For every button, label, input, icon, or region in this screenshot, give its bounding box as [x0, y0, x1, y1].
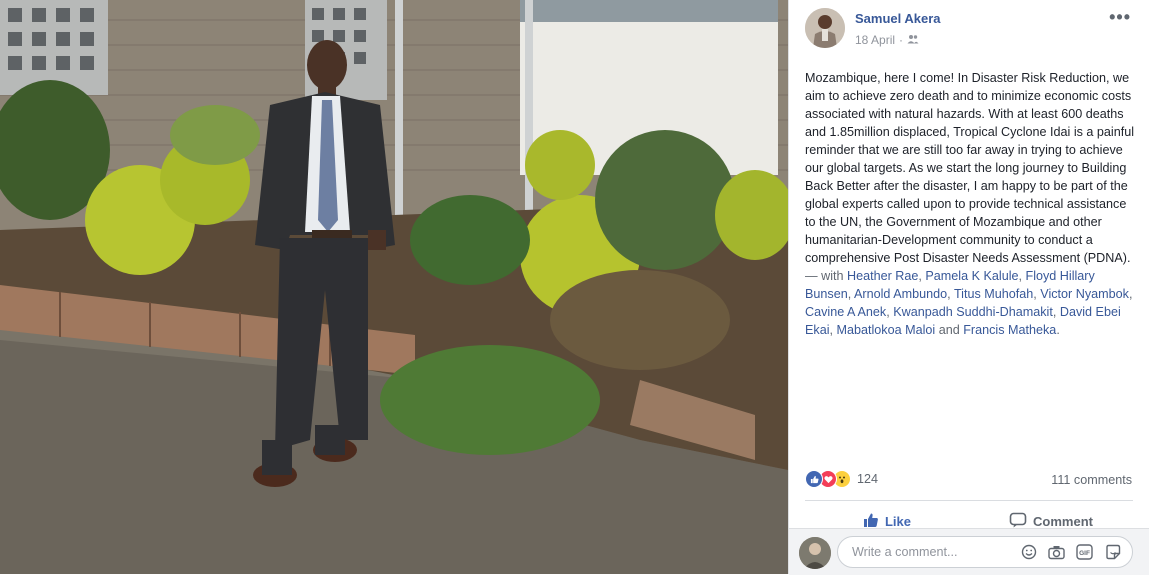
camera-icon[interactable] [1047, 543, 1066, 562]
like-label: Like [884, 513, 911, 529]
tagged-person-link[interactable]: Heather Rae [847, 269, 918, 283]
actions-divider [805, 500, 1133, 501]
post-photo-illustration [0, 0, 788, 574]
post-date[interactable]: 18 April [855, 33, 895, 47]
post-meta: 18 April · [855, 33, 919, 47]
friends-icon[interactable] [907, 33, 919, 47]
reaction-count: 124 [857, 472, 879, 486]
author-avatar-image [805, 8, 845, 48]
tagged-person-link[interactable]: Titus Muhofah [954, 287, 1033, 301]
post-text: Mozambique, here I come! In Disaster Ris… [805, 69, 1135, 339]
gif-icon[interactable]: GIF [1075, 543, 1094, 562]
tag-separator: , [947, 287, 954, 301]
comment-tools: GIF [1019, 543, 1122, 562]
like-reaction-icon [805, 470, 823, 488]
tagged-person-link[interactable]: Victor Nyambok [1040, 287, 1129, 301]
reactions-summary[interactable]: 124 [805, 470, 878, 488]
tag-separator: — with [805, 269, 847, 283]
comment-input-wrapper: GIF [837, 536, 1133, 568]
tag-separator: , [1128, 287, 1133, 301]
post-body-text: Mozambique, here I come! In Disaster Ris… [805, 71, 1135, 265]
tag-separator: , [1052, 305, 1060, 319]
author-avatar[interactable] [805, 8, 845, 48]
comment-label: Comment [1033, 513, 1093, 529]
post-photo[interactable] [0, 0, 788, 574]
tagged-person-link[interactable]: Pamela K Kalule [925, 269, 1018, 283]
tag-separator: . [1056, 323, 1060, 337]
tagged-person-link[interactable]: Cavine A Anek [805, 305, 886, 319]
post-panel: Samuel Akera 18 April · ••• Mozambique, … [788, 0, 1149, 575]
comment-composer: GIF [789, 528, 1149, 575]
comments-count-link[interactable]: 111 comments [1051, 473, 1132, 487]
post-header: Samuel Akera 18 April · ••• [805, 8, 1137, 52]
meta-separator: · [899, 33, 904, 47]
tagged-person-link[interactable]: Francis Matheka [963, 323, 1056, 337]
svg-text:GIF: GIF [1079, 550, 1090, 557]
tag-separator: , [829, 323, 837, 337]
tagged-person-link[interactable]: Mabatlokoa Maloi [837, 323, 936, 337]
viewer-avatar-image [799, 537, 831, 569]
author-name[interactable]: Samuel Akera [855, 11, 941, 26]
tagged-person-link[interactable]: Arnold Ambundo [854, 287, 947, 301]
emoji-icon[interactable] [1019, 543, 1038, 562]
comment-input[interactable] [850, 544, 1019, 560]
tagged-person-link[interactable]: Kwanpadh Suddhi-Dhamakit [893, 305, 1053, 319]
more-options-button[interactable]: ••• [1109, 8, 1131, 26]
tag-separator: and [935, 323, 964, 337]
tag-separator: , [1018, 269, 1026, 283]
sticker-icon[interactable] [1103, 543, 1122, 562]
viewer-avatar[interactable] [799, 537, 831, 569]
